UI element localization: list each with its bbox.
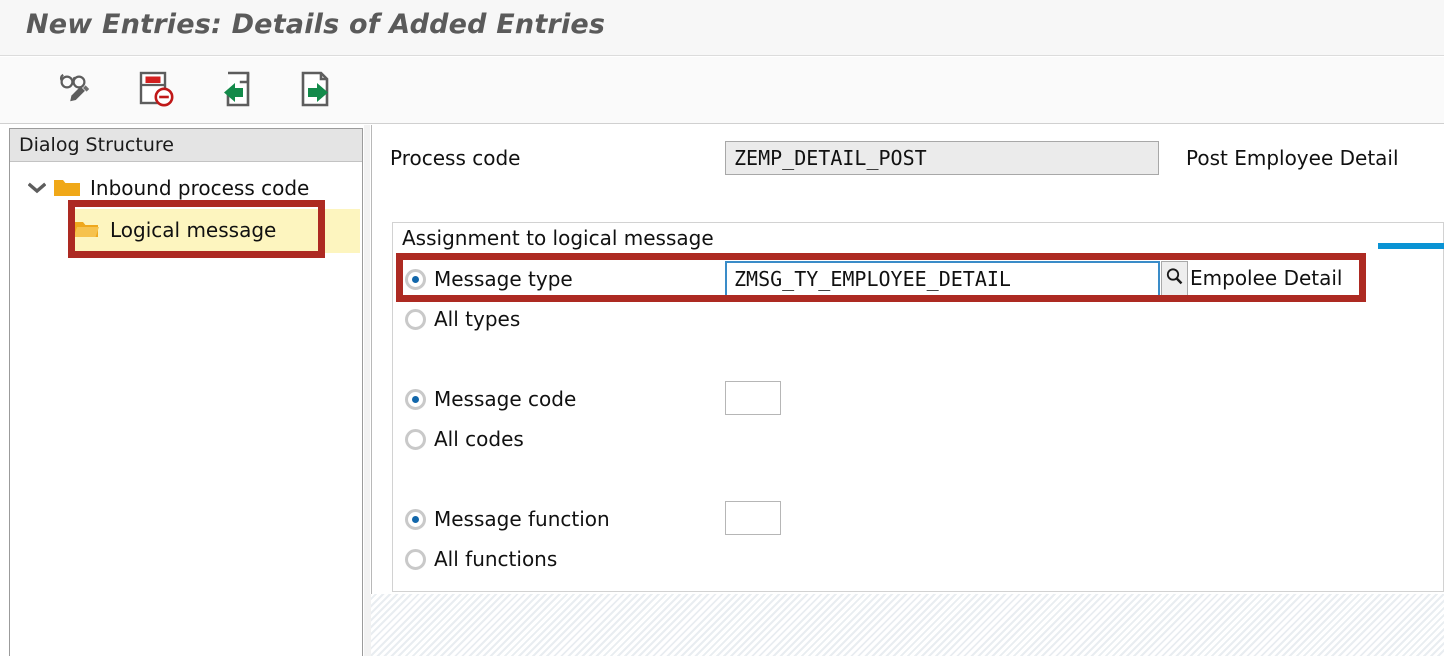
radio-all-codes[interactable]: All codes <box>405 423 524 455</box>
delete-entry-button[interactable] <box>130 67 182 115</box>
display-change-icon <box>58 71 98 112</box>
radio-all-functions[interactable]: All functions <box>405 543 557 575</box>
radio-all-types-label: All types <box>434 307 521 331</box>
previous-entry-button[interactable] <box>212 67 264 115</box>
next-entry-button[interactable] <box>288 67 340 115</box>
radio-message-type-indicator[interactable] <box>405 268 426 290</box>
application-toolbar <box>0 57 1444 124</box>
dialog-structure-title: Dialog Structure <box>19 134 174 156</box>
dialog-structure-header: Dialog Structure <box>10 129 362 162</box>
radio-message-function-indicator[interactable] <box>405 508 426 530</box>
previous-entry-icon <box>219 70 257 113</box>
radio-message-type-label: Message type <box>434 267 573 291</box>
process-code-label: Process code <box>390 146 521 170</box>
dialog-structure-panel: Dialog Structure Inbound process code Lo… <box>9 128 363 656</box>
message-code-input[interactable] <box>725 381 781 415</box>
radio-message-function-label: Message function <box>434 507 610 531</box>
radio-message-code-indicator[interactable] <box>405 388 426 410</box>
window-title-bar: New Entries: Details of Added Entries <box>0 0 1444 56</box>
process-code-field[interactable]: ZEMP_DETAIL_POST <box>725 141 1159 175</box>
folder-open-icon <box>50 177 84 199</box>
radio-all-functions-label: All functions <box>434 547 558 571</box>
panel-splitter[interactable] <box>364 125 370 656</box>
radio-message-code-label: Message code <box>434 387 577 411</box>
message-function-input[interactable] <box>725 501 781 535</box>
bottom-hatched-area <box>371 594 1444 656</box>
dialog-structure-tree: Inbound process code Logical message <box>10 163 362 656</box>
folder-icon <box>70 218 104 242</box>
radio-all-types[interactable]: All types <box>405 303 520 335</box>
message-type-description: Empolee Detail <box>1190 266 1343 290</box>
next-entry-icon <box>295 70 333 113</box>
display-change-button[interactable] <box>52 67 104 115</box>
tree-item-label: Logical message <box>110 218 277 242</box>
tree-item-inbound-process-code[interactable]: Inbound process code <box>24 169 309 207</box>
radio-all-types-indicator[interactable] <box>405 308 426 330</box>
radio-message-type[interactable]: Message type <box>405 263 573 295</box>
tree-item-label: Inbound process code <box>90 176 310 200</box>
radio-all-codes-label: All codes <box>434 427 524 451</box>
message-type-search-help-button[interactable] <box>1161 261 1188 297</box>
bottom-splitter <box>364 594 371 656</box>
sap-screen: New Entries: Details of Added Entries Di… <box>0 0 1444 656</box>
assignment-group-title: Assignment to logical message <box>402 226 718 250</box>
delete-entry-icon <box>136 70 176 113</box>
process-code-description: Post Employee Detail <box>1186 146 1399 170</box>
radio-message-code[interactable]: Message code <box>405 383 576 415</box>
message-type-input[interactable]: ZMSG_TY_EMPLOYEE_DETAIL <box>725 261 1160 297</box>
page-title: New Entries: Details of Added Entries <box>26 9 606 40</box>
tree-item-logical-message[interactable]: Logical message <box>70 211 276 249</box>
right-accent-bar <box>1378 243 1444 249</box>
radio-all-codes-indicator[interactable] <box>405 428 426 450</box>
radio-message-function[interactable]: Message function <box>405 503 610 535</box>
radio-all-functions-indicator[interactable] <box>405 548 426 570</box>
search-icon <box>1165 267 1184 291</box>
chevron-down-icon[interactable] <box>24 181 50 195</box>
